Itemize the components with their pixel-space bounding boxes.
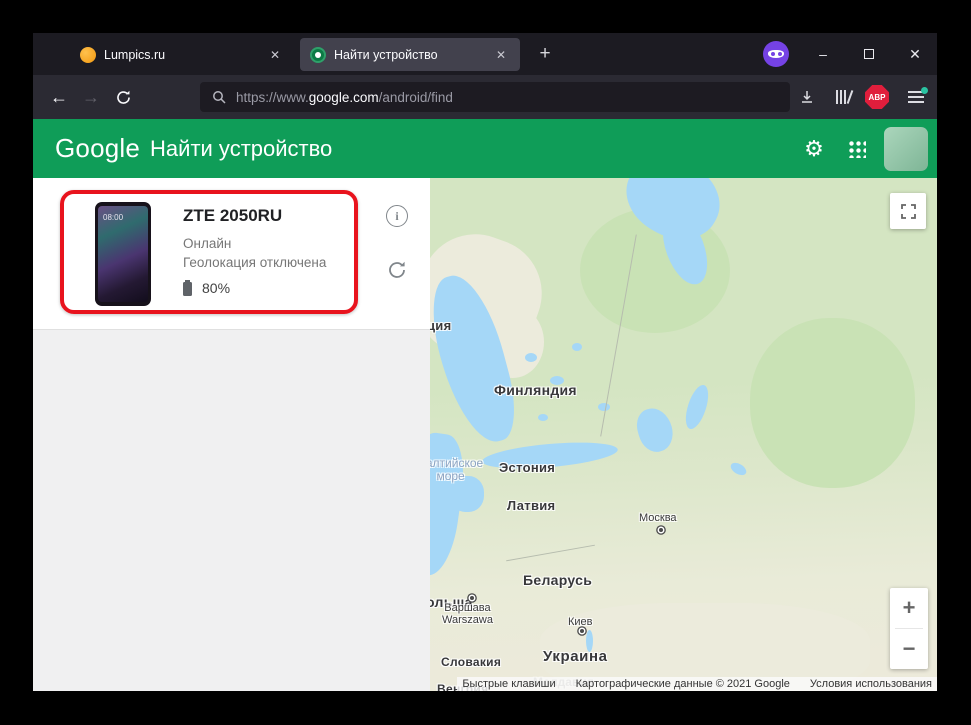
tab-close-icon[interactable]: ✕ — [492, 46, 510, 64]
tab-label: Lumpics.ru — [104, 47, 166, 62]
map-label: Латвия — [507, 498, 556, 513]
url-domain: google.com — [308, 89, 379, 105]
private-browsing-icon — [763, 41, 789, 67]
map-water-lake-onega — [681, 382, 713, 432]
download-icon — [802, 91, 812, 103]
device-sidebar: 08:00 ZTE 2050RU Онлайн Геолокация отклю… — [33, 178, 430, 691]
maximize-icon — [864, 49, 874, 59]
url-scheme: https://www. — [236, 89, 309, 105]
library-icon — [835, 90, 838, 104]
map-terrain — [750, 318, 915, 488]
map-water-lake-ladoga — [632, 404, 678, 456]
map-border — [506, 544, 595, 562]
notification-dot — [921, 87, 928, 94]
map-lake — [572, 343, 582, 351]
map-label: Киев — [568, 616, 593, 628]
map-label: Украина — [543, 648, 608, 665]
maximize-button[interactable] — [847, 33, 891, 75]
search-icon — [213, 91, 226, 104]
reload-button[interactable] — [107, 81, 139, 113]
map-label: Балтийскоеморе — [430, 456, 484, 483]
map-label: Финляндия — [494, 382, 577, 398]
map-lake — [525, 353, 537, 362]
zoom-in-button[interactable]: + — [890, 588, 928, 628]
map-label: Эстония — [499, 460, 556, 475]
apps-grid-button[interactable] — [836, 119, 876, 178]
url-text: https://www.google.com/android/find — [236, 90, 453, 105]
url-path: /android/find — [378, 89, 453, 105]
settings-button[interactable]: ⚙ — [794, 119, 834, 178]
tab-label: Найти устройство — [334, 47, 438, 62]
terms-link[interactable]: Условия использования — [810, 678, 932, 690]
map-label: ция — [430, 318, 452, 333]
app-header: Google Найти устройство ⚙ — [33, 119, 937, 178]
forward-button: → — [82, 86, 100, 107]
reload-icon — [116, 90, 130, 104]
map-label: Варшава Warszawa — [442, 602, 493, 626]
map-lake — [728, 460, 749, 478]
fullscreen-icon — [900, 203, 916, 219]
zoom-out-button[interactable]: − — [890, 629, 928, 669]
city-marker-icon — [470, 596, 474, 600]
downloads-button[interactable] — [791, 81, 823, 113]
map-attribution: Быстрые клавиши Картографические данные … — [457, 677, 937, 691]
map-lake — [538, 414, 548, 421]
tab-find-device[interactable]: Найти устройство ✕ — [300, 38, 520, 71]
city-marker-icon — [580, 629, 584, 633]
minimize-button[interactable]: – — [801, 33, 845, 75]
mask-icon — [768, 50, 784, 58]
keyboard-shortcuts-link[interactable]: Быстрые клавиши — [462, 678, 555, 690]
navigation-toolbar: ← → https://www.google.com/android/find … — [33, 75, 937, 119]
browser-window: Lumpics.ru ✕ Найти устройство ✕ + – ✕ ← … — [33, 33, 937, 691]
map-label: Словакия — [441, 655, 502, 669]
map-label: Москва — [639, 512, 677, 524]
page-title: Найти устройство — [150, 135, 333, 161]
url-bar[interactable]: https://www.google.com/android/find — [200, 82, 790, 112]
map-zoom-control: + − — [890, 588, 928, 669]
menu-button[interactable] — [899, 81, 933, 113]
google-logo: Google — [55, 133, 141, 163]
adblock-plus-icon[interactable]: ABP — [865, 85, 889, 109]
library-button[interactable] — [827, 81, 859, 113]
map-canvas[interactable]: ция Финляндия Балтийскоеморе Эстония Латвия М… — [430, 178, 937, 691]
back-button[interactable]: ← — [43, 81, 75, 113]
refresh-icon — [389, 261, 405, 278]
apps-grid-icon — [846, 139, 866, 158]
new-tab-button[interactable]: + — [531, 40, 559, 68]
tab-lumpics[interactable]: Lumpics.ru ✕ — [70, 38, 294, 71]
find-device-favicon-icon — [310, 46, 326, 63]
annotation-highlight — [60, 190, 358, 314]
city-marker-icon — [659, 528, 663, 532]
refresh-button[interactable] — [385, 258, 409, 282]
lumpics-favicon-icon — [80, 46, 96, 63]
fullscreen-button[interactable] — [890, 193, 926, 229]
map-label: Беларусь — [523, 572, 593, 588]
info-button[interactable]: i — [386, 205, 408, 227]
close-window-button[interactable]: ✕ — [893, 33, 937, 75]
tab-close-icon[interactable]: ✕ — [266, 46, 284, 64]
account-avatar[interactable] — [884, 127, 928, 171]
tab-bar: Lumpics.ru ✕ Найти устройство ✕ + – ✕ — [33, 33, 937, 75]
map-copyright: Картографические данные © 2021 Google — [575, 678, 790, 690]
page-content: 08:00 ZTE 2050RU Онлайн Геолокация отклю… — [33, 178, 937, 691]
